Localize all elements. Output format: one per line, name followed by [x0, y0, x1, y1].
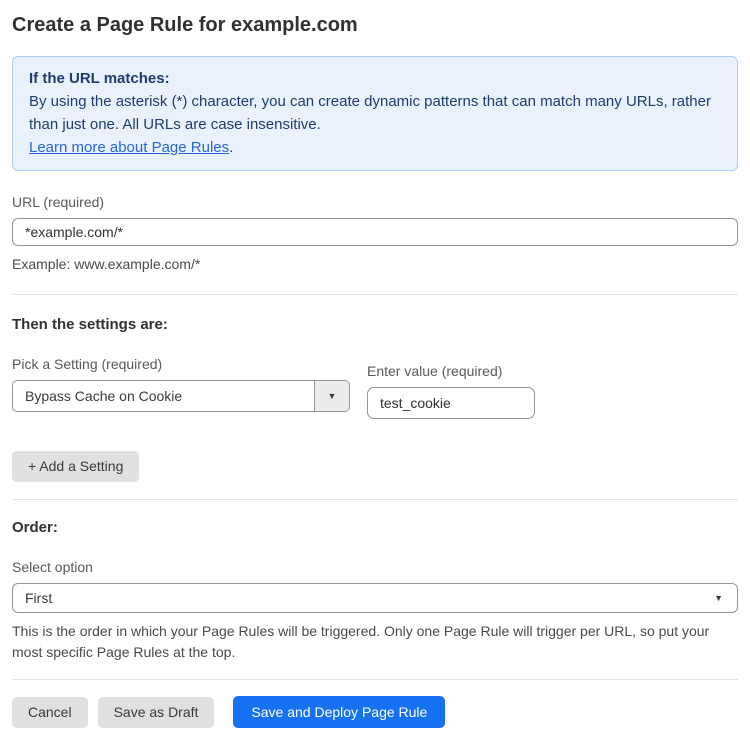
divider — [12, 294, 738, 295]
setting-dropdown-value: Bypass Cache on Cookie — [13, 381, 314, 411]
info-box-heading: If the URL matches: — [29, 67, 721, 90]
divider — [12, 499, 738, 500]
order-section-heading: Order: — [12, 519, 738, 537]
order-helper-text: This is the order in which your Page Rul… — [12, 621, 734, 663]
page-title: Create a Page Rule for example.com — [12, 13, 738, 37]
cancel-button[interactable]: Cancel — [12, 697, 88, 728]
divider — [12, 679, 738, 680]
pick-setting-label: Pick a Setting (required) — [12, 356, 350, 372]
url-example-helper: Example: www.example.com/* — [12, 254, 738, 275]
settings-row: Pick a Setting (required) Bypass Cache o… — [12, 356, 738, 419]
setting-dropdown[interactable]: Bypass Cache on Cookie ▼ — [12, 380, 350, 412]
settings-section-heading: Then the settings are: — [12, 316, 738, 334]
link-period: . — [229, 139, 233, 156]
url-input[interactable] — [12, 218, 738, 246]
setting-value-input[interactable] — [367, 387, 535, 419]
setting-dropdown-arrow-button[interactable]: ▼ — [314, 381, 349, 411]
url-label: URL (required) — [12, 194, 738, 210]
order-select-value: First — [25, 590, 52, 606]
url-matches-info-box: If the URL matches: By using the asteris… — [12, 56, 738, 171]
form-actions: Cancel Save as Draft Save and Deploy Pag… — [12, 696, 738, 728]
save-as-draft-button[interactable]: Save as Draft — [98, 697, 215, 728]
add-setting-button[interactable]: + Add a Setting — [12, 451, 139, 482]
chevron-down-icon: ▼ — [714, 594, 723, 603]
select-option-label: Select option — [12, 559, 738, 575]
pick-setting-column: Pick a Setting (required) Bypass Cache o… — [12, 356, 350, 412]
info-box-link-line: Learn more about Page Rules. — [29, 136, 721, 159]
save-and-deploy-button[interactable]: Save and Deploy Page Rule — [233, 696, 445, 728]
create-page-rule-form: Create a Page Rule for example.com If th… — [0, 0, 750, 740]
learn-more-link[interactable]: Learn more about Page Rules — [29, 139, 229, 156]
order-select[interactable]: First ▼ — [12, 583, 738, 613]
info-box-body: By using the asterisk (*) character, you… — [29, 90, 721, 136]
chevron-down-icon: ▼ — [328, 392, 337, 401]
enter-value-column: Enter value (required) — [367, 363, 535, 419]
enter-value-label: Enter value (required) — [367, 363, 535, 379]
